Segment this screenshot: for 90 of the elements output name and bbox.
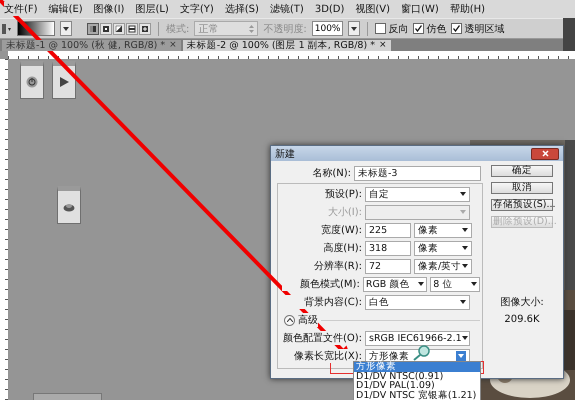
field-label: 颜色模式(M): (282, 277, 360, 291)
magnifier-icon (413, 345, 431, 361)
field-label: 颜色配置文件(O): (282, 331, 362, 345)
caret-icon (63, 26, 69, 30)
disc-icon (63, 201, 75, 213)
gradient-type-button[interactable] (87, 22, 99, 34)
dropdown-field[interactable]: RGB 颜色 (362, 276, 428, 292)
close-icon (542, 150, 548, 157)
caret-icon (471, 282, 477, 286)
window-title: 新建 (275, 148, 295, 160)
chevron-icon (286, 318, 292, 322)
dropdown-field[interactable]: 8 位 (430, 276, 480, 292)
caret-icon (462, 264, 468, 268)
check-icon (453, 25, 460, 32)
dialog-button[interactable]: 存储预设(S)... (491, 199, 553, 211)
gradient-type-icon (115, 24, 123, 32)
image-size-value: 209.6K (504, 314, 540, 325)
caret-icon (462, 228, 468, 232)
gradient-type-icon (141, 24, 149, 32)
tab-close-button[interactable]: × (169, 40, 177, 51)
checkbox-label: 仿色 (426, 22, 446, 36)
dropdown-option[interactable]: 方形像素 (354, 362, 480, 372)
dropdown-option[interactable]: D1/DV NTSC(0.91) (354, 372, 480, 382)
input-field[interactable]: 未标题-3 (354, 166, 481, 180)
caret-icon (418, 282, 424, 286)
mode-label: 模式: (166, 22, 190, 36)
section-label: 高级 (298, 313, 318, 327)
dropdown-option[interactable]: D1/DV NTSC 宽银幕(1.21) (354, 390, 480, 400)
dropdown-field[interactable]: 像素 (414, 240, 472, 256)
gradient-type-button[interactable] (113, 22, 125, 34)
floating-panel[interactable] (57, 186, 81, 224)
input-field[interactable]: 225 (365, 222, 411, 238)
check-icon (415, 25, 422, 32)
menu-item[interactable]: 图层(L) (135, 2, 169, 16)
caret-icon (458, 354, 464, 358)
dropdown-field[interactable]: 像素/英寸 (414, 258, 472, 274)
tab-title: 未标题-2 @ 100% (图层 1 副本, RGB/8) * (186, 40, 375, 51)
input-field[interactable]: 318 (365, 240, 411, 256)
gradient-type-icon (128, 24, 136, 32)
dialog-button[interactable]: 取消 (491, 182, 553, 194)
document-tab[interactable]: 未标题-1 @ 100% (秋 健, RGB/8) * × (2, 40, 181, 51)
gradient-type-button[interactable] (126, 22, 138, 34)
power-icon (26, 76, 38, 88)
caret-icon (460, 300, 466, 304)
tool-preset-icon (2, 22, 12, 34)
gradient-type-icon (89, 24, 97, 32)
dropdown-button[interactable] (348, 21, 360, 36)
menu-item[interactable]: 文件(F) (4, 2, 38, 16)
opacity-label: 不透明度: (263, 22, 307, 36)
tab-title: 未标题-1 @ 100% (秋 健, RGB/8) * (6, 40, 166, 51)
floating-panel[interactable] (20, 61, 44, 99)
checkbox[interactable] (451, 23, 462, 34)
gradient-type-icon (102, 24, 110, 32)
caret-icon (351, 26, 358, 30)
caret-icon (462, 336, 468, 340)
opacity-field[interactable]: 100% (312, 21, 344, 36)
menu-item[interactable]: 编辑(E) (48, 2, 83, 16)
checkbox[interactable] (413, 23, 424, 34)
menu-item[interactable]: 3D(D) (314, 4, 344, 14)
dialog-button[interactable]: 确定 (491, 165, 553, 177)
close-button[interactable] (531, 148, 559, 160)
caret-icon (462, 246, 468, 250)
expand-button[interactable] (284, 314, 295, 326)
menu-item[interactable]: 滤镜(T) (270, 2, 304, 16)
dropdown-field[interactable]: sRGB IEC61966-2.1 (365, 330, 470, 346)
gradient-type-button[interactable] (100, 22, 112, 34)
stepper-icon (249, 24, 254, 32)
document-tab[interactable]: 未标题-2 @ 100% (图层 1 副本, RGB/8) * × (182, 40, 390, 51)
image-size-label: 图像大小: (500, 296, 544, 309)
menu-item[interactable]: 文字(Y) (180, 2, 214, 16)
dropdown-field[interactable]: 像素 (414, 222, 472, 238)
checkbox[interactable] (375, 23, 386, 34)
play-icon (58, 76, 70, 88)
gradient-type-button[interactable] (139, 22, 151, 34)
dropdown-option[interactable]: D1/DV PAL(1.09) (354, 381, 480, 391)
caret-icon (460, 210, 466, 214)
dropdown-field[interactable]: 白色 (365, 294, 470, 310)
menu-item[interactable]: 视图(V) (355, 2, 390, 16)
input-field[interactable]: 72 (365, 258, 411, 274)
caret-icon (460, 192, 466, 196)
tab-close-button[interactable]: × (378, 40, 386, 51)
menu-item[interactable]: 图像(I) (94, 2, 124, 16)
menu-item[interactable]: 窗口(W) (401, 2, 439, 16)
checkbox-label: 透明区域 (464, 22, 504, 36)
panel-edge (563, 18, 575, 51)
dropdown-field[interactable]: 自定 (365, 186, 470, 202)
checkbox-label: 反向 (388, 22, 408, 36)
dropdown-button[interactable] (60, 21, 72, 36)
menu-item[interactable]: 帮助(H) (450, 2, 486, 16)
menu-item[interactable]: 选择(S) (224, 2, 259, 16)
